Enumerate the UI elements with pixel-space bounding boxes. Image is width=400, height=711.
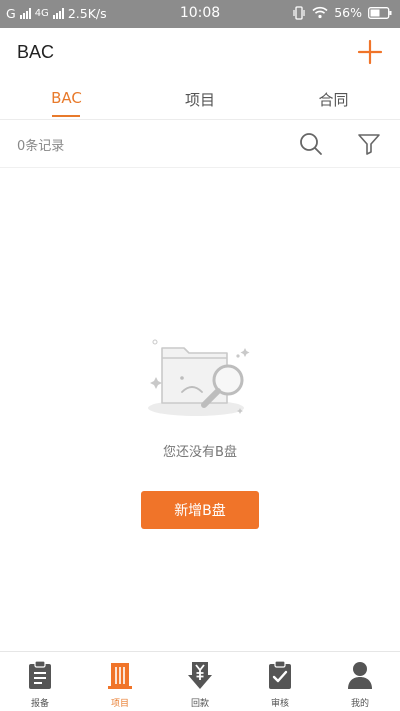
battery-icon: [368, 6, 392, 19]
empty-folder-search-illustration: [142, 332, 258, 424]
status-right: 56%: [292, 5, 392, 20]
tab-label: BAC: [51, 89, 82, 107]
tab-label: 项目: [184, 91, 215, 109]
add-b-disk-button[interactable]: 新增B盘: [141, 491, 259, 529]
nav-label: 报备: [30, 699, 49, 709]
tab-project[interactable]: 项目: [133, 76, 267, 120]
wifi-icon: [312, 6, 328, 19]
empty-message: 您还没有B盘: [163, 445, 237, 460]
nav-item-project[interactable]: 项目: [80, 652, 160, 711]
bottom-nav: 报备 项目 回款 审核 我的: [0, 651, 400, 711]
status-bar: G 4G 2.5K/s 10:08 56%: [0, 0, 400, 28]
nav-label: 我的: [350, 699, 369, 709]
filter-bar: 0条记录: [0, 120, 400, 168]
battery-label: 56%: [334, 5, 362, 20]
nav-item-review[interactable]: 审核: [240, 652, 320, 711]
building-icon: [108, 663, 132, 689]
plus-icon: [357, 39, 383, 65]
tab-bar: BAC 项目 合同: [0, 76, 400, 120]
record-count: 0条记录: [17, 139, 65, 154]
nav-label: 项目: [110, 699, 129, 709]
nav-item-report[interactable]: 报备: [0, 652, 80, 711]
add-button[interactable]: [356, 38, 384, 66]
vibrate-icon: [293, 5, 305, 20]
filter-icon: [358, 134, 380, 155]
tab-label: 合同: [318, 91, 349, 109]
clipboard-check-icon: [269, 660, 291, 689]
nav-label: 回款: [190, 699, 209, 709]
tab-contract[interactable]: 合同: [267, 76, 400, 120]
search-icon: [300, 133, 322, 155]
filter-button[interactable]: [356, 131, 382, 157]
yuan-download-icon: [188, 662, 212, 689]
search-button[interactable]: [298, 131, 324, 157]
nav-item-profile[interactable]: 我的: [320, 652, 400, 711]
tab-active-indicator: [52, 115, 80, 117]
tab-bac[interactable]: BAC: [0, 76, 133, 120]
nav-label: 审核: [270, 699, 289, 709]
nav-item-payment[interactable]: 回款: [160, 652, 240, 711]
user-icon: [348, 662, 372, 689]
app-bar: BAC: [0, 28, 400, 76]
clipboard-icon: [29, 660, 51, 689]
page-title: BAC: [17, 42, 55, 62]
